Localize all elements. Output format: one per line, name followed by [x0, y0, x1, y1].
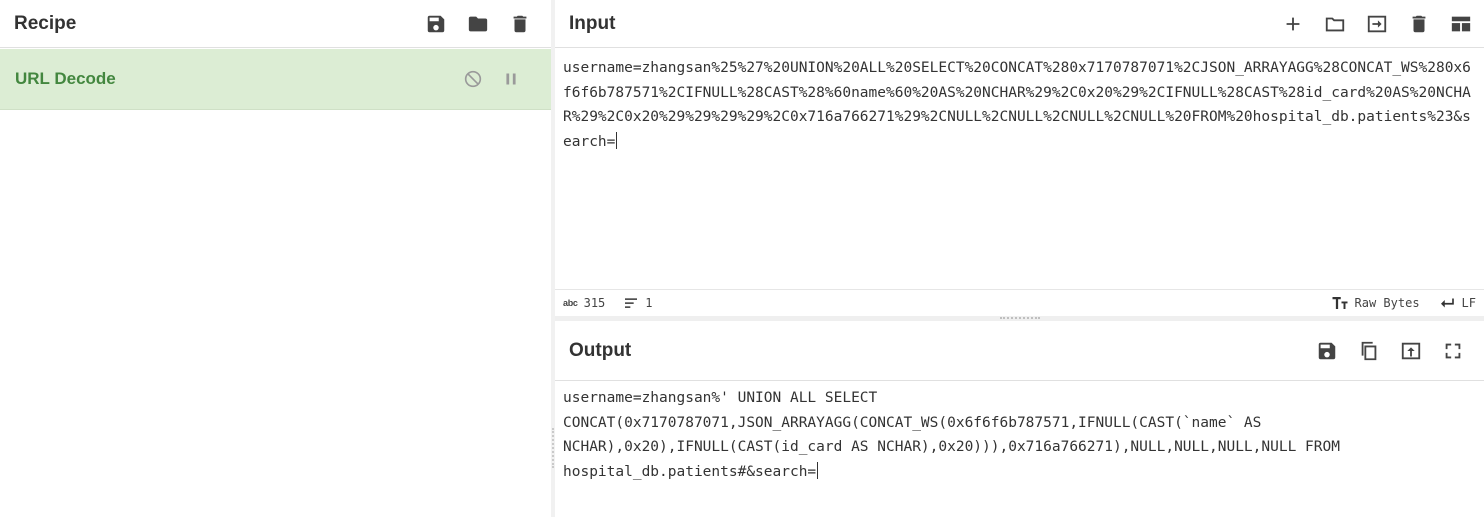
input-header: Input — [555, 0, 1484, 48]
output-line: username=zhangsan%' UNION ALL SELECT — [563, 390, 878, 406]
abc-icon: abc — [563, 298, 578, 308]
operation-name: URL Decode — [15, 69, 116, 88]
trash-icon[interactable] — [1408, 13, 1430, 35]
trash-icon[interactable] — [509, 13, 531, 35]
recipe-title: Recipe — [14, 12, 77, 34]
cyberchef-app: Recipe URL Decode Input username=zhangsa… — [0, 0, 1484, 517]
lines-stat: 1 — [623, 295, 653, 311]
replace-input-icon[interactable] — [1400, 340, 1422, 362]
save-icon[interactable] — [425, 13, 447, 35]
eol-selector[interactable]: LF — [1438, 294, 1476, 312]
open-folder-icon[interactable] — [1324, 13, 1346, 35]
copy-icon[interactable] — [1358, 340, 1380, 362]
text-caret — [817, 461, 819, 479]
lines-value: 1 — [645, 296, 653, 310]
output-line: NCHAR),0x20),IFNULL(CAST(id_card AS NCHA… — [563, 439, 1340, 455]
text-caret — [616, 131, 618, 149]
input-text: username=zhangsan%25%27%20UNION%20ALL%20… — [563, 60, 1471, 150]
output-pane: Output username=zhangsan%' UNION ALL SEL… — [555, 321, 1484, 517]
maximize-icon[interactable] — [1442, 340, 1464, 362]
output-line: CONCAT(0x7170787071,JSON_ARRAYAGG(CONCAT… — [563, 414, 1262, 431]
input-textarea[interactable]: username=zhangsan%25%27%20UNION%20ALL%20… — [563, 56, 1476, 154]
pause-icon[interactable] — [500, 68, 522, 90]
disable-icon[interactable] — [462, 68, 484, 90]
recipe-header: Recipe — [0, 0, 551, 48]
recipe-pane: Recipe URL Decode — [0, 0, 552, 517]
lines-icon — [623, 295, 639, 311]
encoding-selector[interactable]: Raw Bytes — [1331, 294, 1420, 312]
line-ending-icon — [1438, 294, 1456, 312]
output-title: Output — [569, 339, 632, 361]
add-icon[interactable] — [1282, 13, 1304, 35]
output-textarea[interactable]: username=zhangsan%' UNION ALL SELECT CON… — [563, 386, 1476, 484]
layout-icon[interactable] — [1450, 13, 1472, 35]
length-value: 315 — [583, 296, 606, 310]
output-line: hospital_db.patients#&search= — [563, 463, 817, 480]
folder-icon[interactable] — [467, 13, 489, 35]
input-status-bar: abc 315 1 Raw Bytes LF — [555, 289, 1484, 316]
save-icon[interactable] — [1316, 340, 1338, 362]
encoding-value: Raw Bytes — [1354, 296, 1420, 310]
input-title: Input — [569, 12, 616, 34]
import-file-icon[interactable] — [1366, 13, 1388, 35]
text-format-icon — [1331, 294, 1349, 312]
eol-value: LF — [1461, 296, 1476, 310]
input-pane: Input username=zhangsan%25%27%20UNION%20… — [555, 0, 1484, 316]
recipe-operation-url-decode[interactable]: URL Decode — [0, 49, 551, 110]
length-stat: abc 315 — [563, 296, 605, 310]
output-header: Output — [555, 321, 1484, 381]
